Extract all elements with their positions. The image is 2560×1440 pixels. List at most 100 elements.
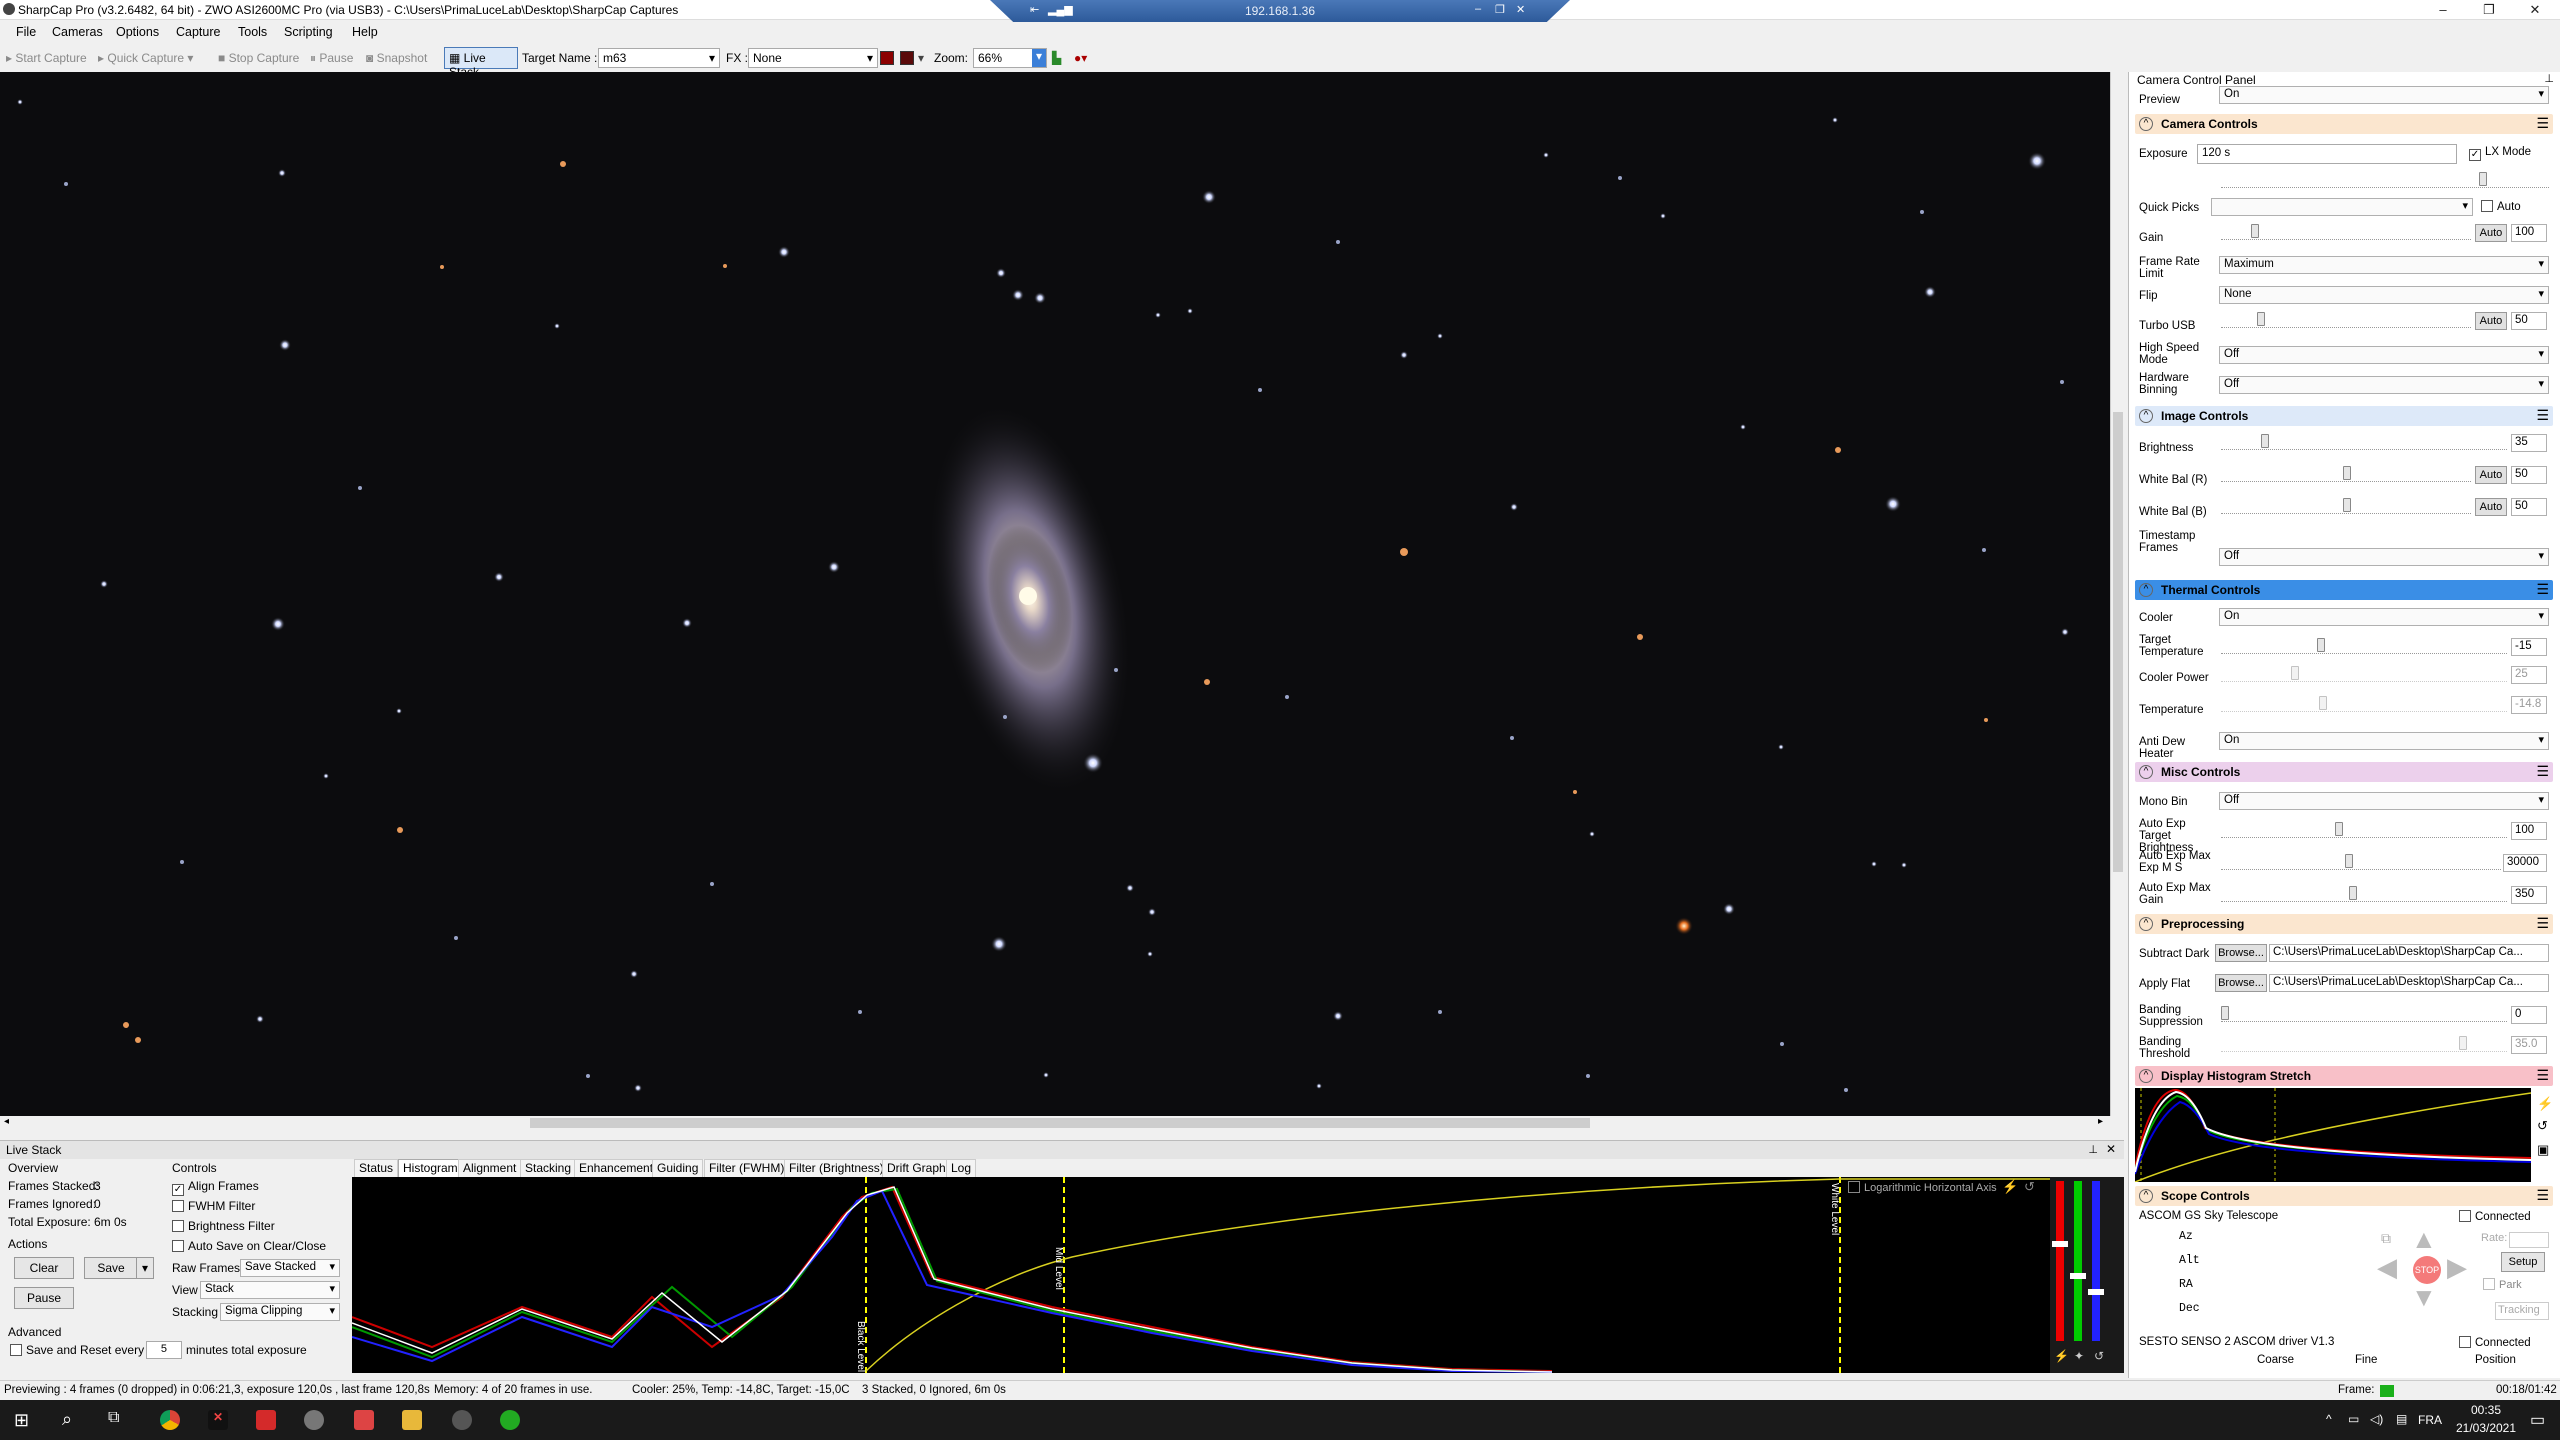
auto-stretch-icon[interactable]: ⚡ [2537,1096,2553,1112]
setup-button[interactable]: Setup [2501,1252,2545,1272]
zoom-select[interactable]: 66% ▾ [973,48,1047,68]
park-checkbox[interactable]: Park [2483,1278,2522,1291]
white-bal-b-slider[interactable] [2221,498,2471,514]
slider-knob[interactable] [2343,466,2351,480]
scroll-thumb[interactable] [530,1118,1590,1128]
slider-knob[interactable] [2479,172,2487,186]
maximize-button[interactable]: ❐ [2466,0,2512,20]
mono-bin-select[interactable]: Off [2219,792,2549,810]
target-temp-value[interactable]: -15 [2511,638,2547,656]
histogram-stretch-header[interactable]: ^ Display Histogram Stretch ☰ [2135,1066,2553,1086]
rate-select[interactable] [2509,1232,2549,1248]
menu-icon[interactable]: ☰ [2536,115,2549,132]
white-bal-r-value[interactable]: 50 [2511,466,2547,484]
exposure-input[interactable]: 120 s [2197,144,2457,164]
gain-value[interactable]: 100 [2511,224,2547,242]
slider-knob[interactable] [2261,434,2269,448]
anti-dew-select[interactable]: On [2219,732,2549,750]
close-icon[interactable]: ✕ [2106,1142,2116,1156]
align-frames-checkbox[interactable]: ✓ Align Frames [172,1179,259,1196]
pause-button[interactable]: Pause [14,1287,74,1309]
snapshot-button[interactable]: ◙ Snapshot [366,51,427,65]
file-explorer-icon[interactable] [402,1410,422,1430]
pin-icon[interactable]: ✦ [2074,1349,2084,1363]
tab-filter-fwhm[interactable]: Filter (FWHM) [704,1159,790,1177]
cooler-select[interactable]: On [2219,608,2549,626]
auto-exp-target-slider[interactable] [2221,822,2507,838]
brightness-filter-checkbox[interactable]: Brightness Filter [172,1219,275,1233]
chevron-up-icon[interactable]: ^ [2326,1412,2332,1426]
pin-icon[interactable]: ⊥ [2544,72,2554,85]
slider-knob[interactable] [2251,224,2259,238]
tab-drift-graph[interactable]: Drift Graph [882,1159,951,1177]
scope-controls-header[interactable]: ^ Scope Controls ☰ [2135,1186,2553,1206]
stop-button[interactable]: STOP [2413,1256,2441,1284]
reset-icon[interactable]: ↺ [2024,1179,2035,1195]
banding-suppression-value[interactable]: 0 [2511,1006,2547,1024]
scope-2-connected-checkbox[interactable]: Connected [2459,1336,2531,1349]
histogram-icon[interactable]: ▙ [1052,51,1061,65]
slider-knob[interactable] [2343,498,2351,512]
menu-tools[interactable]: Tools [238,25,267,39]
keyboard-icon[interactable]: ▤ [2396,1412,2407,1426]
timestamp-select[interactable]: Off [2219,548,2549,566]
slider-knob[interactable] [2070,1273,2086,1279]
preprocessing-header[interactable]: ^ Preprocessing ☰ [2135,914,2553,934]
clock-time[interactable]: 00:35 [2456,1403,2516,1417]
turbo-usb-slider[interactable] [2221,312,2471,328]
high-speed-select[interactable]: Off [2219,346,2549,364]
app-icon[interactable] [500,1410,520,1430]
reset-icon[interactable]: ↺ [2094,1349,2104,1363]
auto-exp-max-gain-slider[interactable] [2221,886,2507,902]
view-select[interactable]: Stack [200,1281,340,1299]
raw-frames-select[interactable]: Save Stacked [240,1259,340,1277]
menu-file[interactable]: File [16,25,36,39]
slider-knob[interactable] [2221,1006,2229,1020]
app-icon[interactable] [354,1410,374,1430]
app-icon[interactable] [256,1410,276,1430]
slider-knob[interactable] [2257,312,2265,326]
up-arrow-icon[interactable]: ▲ [2411,1224,2437,1255]
app-icon[interactable]: ✕ [208,1410,228,1430]
frame-rate-select[interactable]: Maximum [2219,256,2549,274]
auto-exp-max-exp-value[interactable]: 30000 [2503,854,2547,872]
banding-suppression-slider[interactable] [2221,1006,2507,1022]
menu-icon[interactable]: ☰ [2536,407,2549,424]
red-level-bar[interactable] [2056,1181,2064,1341]
slider-knob[interactable] [2088,1289,2104,1295]
down-arrow-icon[interactable]: ▼ [2411,1282,2437,1313]
pause-button[interactable]: ⏸ Pause [310,51,353,66]
white-bal-b-value[interactable]: 50 [2511,498,2547,516]
menu-cameras[interactable]: Cameras [52,25,103,39]
fwhm-filter-checkbox[interactable]: FWHM Filter [172,1199,255,1213]
lx-mode-checkbox[interactable]: ✓ LX Mode [2469,146,2531,161]
menu-options[interactable]: Options [116,25,159,39]
white-bal-r-slider[interactable] [2221,466,2471,482]
slew-icon[interactable]: ⧉ [2381,1230,2391,1247]
subtract-dark-path[interactable]: C:\Users\PrimaLuceLab\Desktop\SharpCap C… [2269,944,2549,962]
turbo-usb-value[interactable]: 50 [2511,312,2547,330]
auto-exp-max-exp-slider[interactable] [2221,854,2501,870]
app-icon[interactable] [452,1410,472,1430]
pin-icon[interactable]: ⊥ [2088,1143,2098,1156]
windows-start-icon[interactable]: ⊞ [14,1410,29,1431]
scroll-thumb[interactable] [2113,412,2123,872]
remote-close-button[interactable]: ✕ [1516,3,1525,16]
remote-restore-button[interactable]: ❐ [1495,3,1505,16]
tab-alignment[interactable]: Alignment [458,1159,522,1177]
chevron-down-icon[interactable]: ▾ [918,51,924,65]
horizontal-scrollbar[interactable]: ◂ ▸ [0,1116,2124,1130]
color-swatch-icon[interactable] [880,51,894,65]
rgb-level-sliders[interactable]: ⚡ ✦ ↺ [2050,1177,2124,1373]
slider-knob[interactable] [2317,638,2325,652]
target-name-input[interactable]: m63 ▾ [598,48,720,68]
wbr-auto-button[interactable]: Auto [2475,466,2507,484]
slider-knob[interactable] [2335,822,2343,836]
volume-icon[interactable]: ◁) [2370,1412,2383,1426]
image-controls-header[interactable]: ^ Image Controls ☰ [2135,406,2553,426]
auto-exp-max-gain-value[interactable]: 350 [2511,886,2547,904]
stop-capture-button[interactable]: ■ Stop Capture [218,51,299,65]
target-temp-slider[interactable] [2221,638,2507,654]
clock-date[interactable]: 21/03/2021 [2446,1421,2526,1435]
tab-histogram[interactable]: Histogram [398,1159,463,1177]
